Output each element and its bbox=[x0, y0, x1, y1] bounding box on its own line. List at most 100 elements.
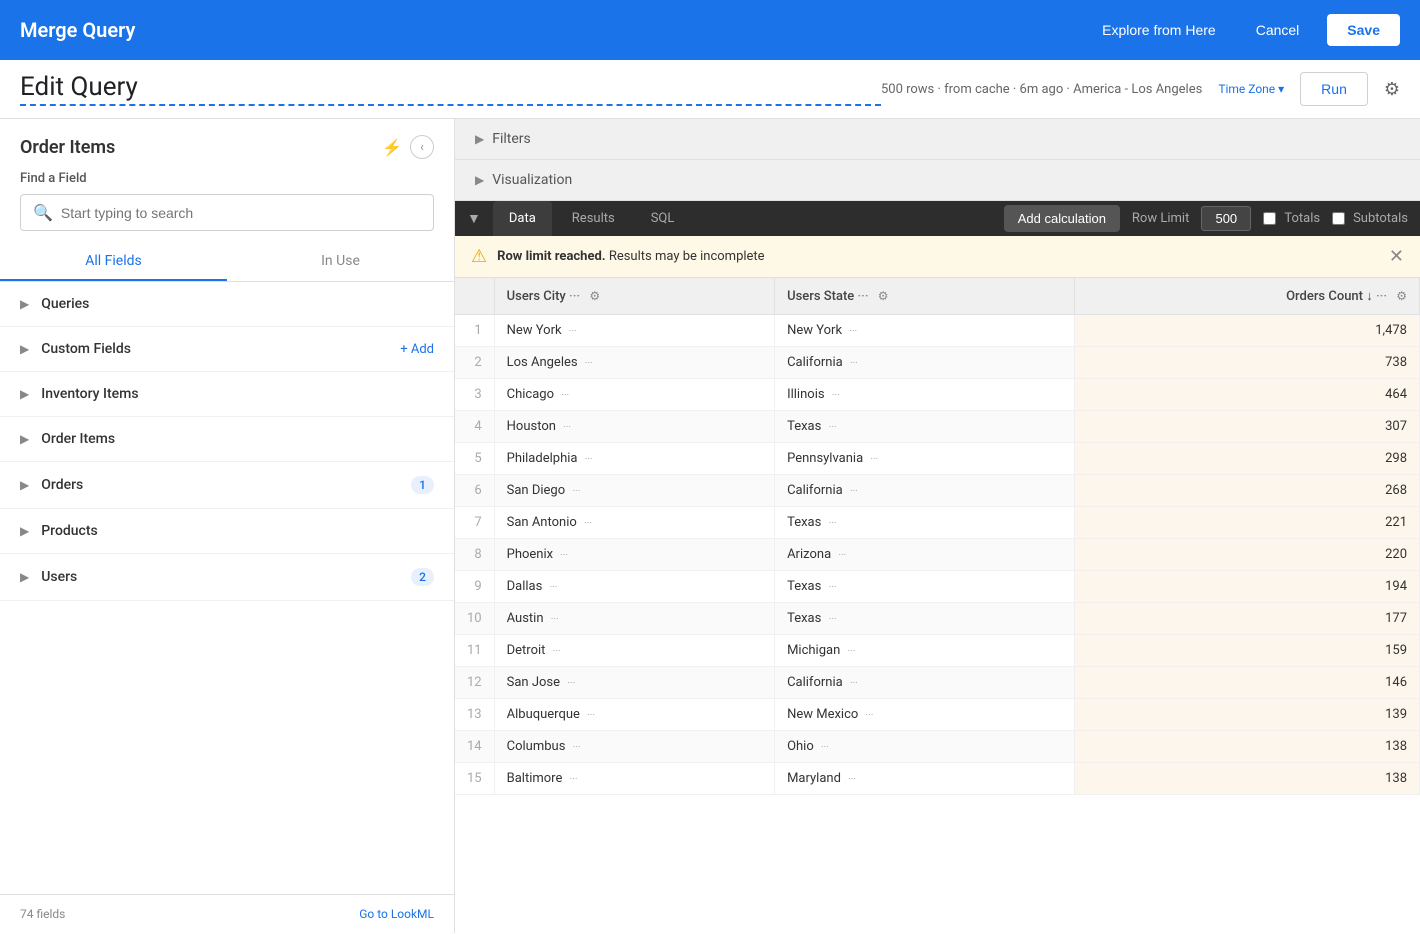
group-order-items-label: Order Items bbox=[41, 431, 434, 447]
group-users-label: Users bbox=[41, 569, 411, 585]
cell-row-num: 9 bbox=[455, 571, 494, 603]
table-row: 11 Detroit ··· Michigan ··· 159 bbox=[455, 635, 1420, 667]
cell-count: 146 bbox=[1074, 667, 1419, 699]
cell-state: California ··· bbox=[775, 347, 1074, 379]
table-row: 1 New York ··· New York ··· 1,478 bbox=[455, 315, 1420, 347]
tab-sql[interactable]: SQL bbox=[635, 201, 691, 236]
city-cell-dots: ··· bbox=[551, 614, 559, 625]
timezone-selector[interactable]: Time Zone ▾ bbox=[1218, 82, 1284, 96]
cell-city: Los Angeles ··· bbox=[494, 347, 774, 379]
collapse-icon[interactable]: ‹ bbox=[410, 135, 434, 159]
field-tabs: All Fields In Use bbox=[0, 243, 454, 282]
state-cell-dots: ··· bbox=[850, 358, 858, 369]
cell-state: Pennsylvania ··· bbox=[775, 443, 1074, 475]
go-to-lookml-link[interactable]: Go to LookML bbox=[359, 907, 434, 921]
group-custom-fields[interactable]: ▶ Custom Fields + Add bbox=[0, 327, 454, 372]
cell-count: 220 bbox=[1074, 539, 1419, 571]
group-queries-label: Queries bbox=[41, 296, 434, 312]
group-inventory-items[interactable]: ▶ Inventory Items bbox=[0, 372, 454, 417]
col-orders-count[interactable]: Orders Count ↓ ··· ⚙ bbox=[1074, 278, 1419, 315]
group-order-items[interactable]: ▶ Order Items bbox=[0, 417, 454, 462]
subheader-meta: 500 rows · from cache · 6m ago · America… bbox=[881, 72, 1400, 106]
data-tabs-right: Add calculation Row Limit Totals Subtota… bbox=[1004, 205, 1408, 232]
chevron-custom-icon: ▶ bbox=[20, 342, 29, 356]
col-users-city[interactable]: Users City ··· ⚙ bbox=[494, 278, 774, 315]
table-row: 10 Austin ··· Texas ··· 177 bbox=[455, 603, 1420, 635]
city-cell-dots: ··· bbox=[563, 422, 571, 433]
cell-state: Texas ··· bbox=[775, 603, 1074, 635]
count-col-gear-icon[interactable]: ⚙ bbox=[1396, 289, 1407, 303]
row-limit-input[interactable] bbox=[1201, 206, 1251, 231]
table-row: 12 San Jose ··· California ··· 146 bbox=[455, 667, 1420, 699]
sidebar-footer: 74 fields Go to LookML bbox=[0, 894, 454, 933]
tab-results[interactable]: Results bbox=[556, 201, 631, 236]
city-col-gear-icon[interactable]: ⚙ bbox=[589, 289, 600, 303]
search-icon: 🔍 bbox=[33, 203, 53, 222]
warning-text: Row limit reached. Results may be incomp… bbox=[497, 249, 1379, 264]
visualization-label: Visualization bbox=[492, 172, 572, 188]
city-cell-dots: ··· bbox=[569, 326, 577, 337]
cell-state: Texas ··· bbox=[775, 507, 1074, 539]
state-col-gear-icon[interactable]: ⚙ bbox=[878, 289, 889, 303]
cell-state: Arizona ··· bbox=[775, 539, 1074, 571]
city-cell-dots: ··· bbox=[585, 454, 593, 465]
group-products-label: Products bbox=[41, 523, 434, 539]
visualization-accordion-header[interactable]: ▶ Visualization bbox=[455, 160, 1420, 200]
cell-row-num: 15 bbox=[455, 763, 494, 795]
tab-in-use[interactable]: In Use bbox=[227, 243, 454, 281]
count-col-options-icon[interactable]: ··· bbox=[1376, 289, 1387, 304]
header: Merge Query Explore from Here Cancel Sav… bbox=[0, 0, 1420, 60]
run-button[interactable]: Run bbox=[1300, 72, 1368, 106]
city-cell-dots: ··· bbox=[584, 518, 592, 529]
search-input[interactable] bbox=[61, 205, 421, 221]
sidebar-icons: ⚡ ‹ bbox=[382, 135, 434, 159]
cancel-button[interactable]: Cancel bbox=[1244, 14, 1312, 46]
city-cell-dots: ··· bbox=[572, 486, 580, 497]
cell-city: San Jose ··· bbox=[494, 667, 774, 699]
cell-city: Austin ··· bbox=[494, 603, 774, 635]
cell-count: 139 bbox=[1074, 699, 1419, 731]
cell-row-num: 6 bbox=[455, 475, 494, 507]
state-cell-dots: ··· bbox=[850, 486, 858, 497]
table-row: 5 Philadelphia ··· Pennsylvania ··· 298 bbox=[455, 443, 1420, 475]
group-users[interactable]: ▶ Users 2 bbox=[0, 554, 454, 601]
group-queries[interactable]: ▶ Queries bbox=[0, 282, 454, 327]
warning-icon: ⚠ bbox=[471, 246, 487, 267]
tab-all-fields[interactable]: All Fields bbox=[0, 243, 227, 281]
orders-badge: 1 bbox=[411, 476, 434, 494]
add-custom-field-button[interactable]: + Add bbox=[400, 342, 434, 357]
warning-close-button[interactable]: ✕ bbox=[1389, 246, 1404, 267]
save-button[interactable]: Save bbox=[1327, 14, 1400, 46]
tab-data[interactable]: Data bbox=[493, 201, 552, 236]
state-col-options-icon[interactable]: ··· bbox=[858, 289, 869, 304]
table-row: 3 Chicago ··· Illinois ··· 464 bbox=[455, 379, 1420, 411]
city-col-options-icon[interactable]: ··· bbox=[569, 289, 580, 304]
cell-count: 298 bbox=[1074, 443, 1419, 475]
cell-row-num: 1 bbox=[455, 315, 494, 347]
cell-city: Houston ··· bbox=[494, 411, 774, 443]
chevron-users-icon: ▶ bbox=[20, 570, 29, 584]
table-row: 15 Baltimore ··· Maryland ··· 138 bbox=[455, 763, 1420, 795]
cell-city: San Diego ··· bbox=[494, 475, 774, 507]
col-users-state[interactable]: Users State ··· ⚙ bbox=[775, 278, 1074, 315]
subtotals-label: Subtotals bbox=[1353, 211, 1408, 226]
explore-from-here-button[interactable]: Explore from Here bbox=[1090, 14, 1228, 46]
group-orders[interactable]: ▶ Orders 1 bbox=[0, 462, 454, 509]
add-calculation-button[interactable]: Add calculation bbox=[1004, 205, 1120, 232]
cell-row-num: 14 bbox=[455, 731, 494, 763]
lightning-icon[interactable]: ⚡ bbox=[382, 138, 402, 157]
cell-city: Chicago ··· bbox=[494, 379, 774, 411]
group-products[interactable]: ▶ Products bbox=[0, 509, 454, 554]
state-cell-dots: ··· bbox=[848, 774, 856, 785]
totals-checkbox[interactable] bbox=[1263, 212, 1276, 225]
filters-accordion-header[interactable]: ▶ Filters bbox=[455, 119, 1420, 159]
cell-count: 307 bbox=[1074, 411, 1419, 443]
chevron-products-icon: ▶ bbox=[20, 524, 29, 538]
cell-city: Dallas ··· bbox=[494, 571, 774, 603]
subtotals-checkbox[interactable] bbox=[1332, 212, 1345, 225]
settings-icon[interactable]: ⚙ bbox=[1384, 79, 1400, 100]
table-row: 14 Columbus ··· Ohio ··· 138 bbox=[455, 731, 1420, 763]
meta-info: 500 rows · from cache · 6m ago · America… bbox=[881, 82, 1202, 97]
state-cell-dots: ··· bbox=[832, 390, 840, 401]
cell-state: Illinois ··· bbox=[775, 379, 1074, 411]
